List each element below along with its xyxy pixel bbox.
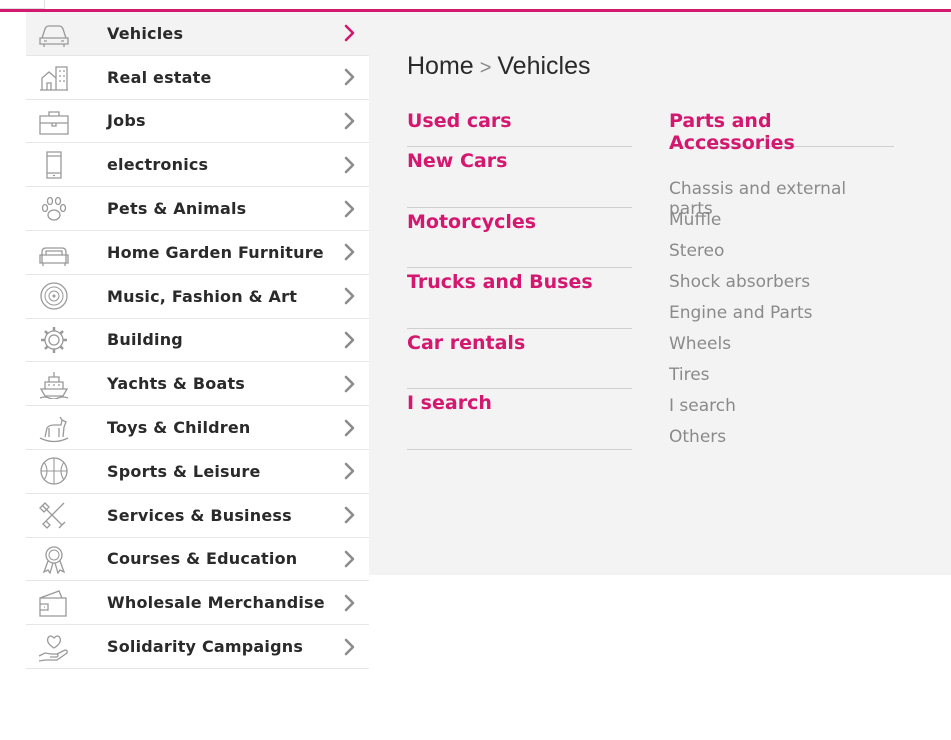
parts-title[interactable]: Parts and Accessories (669, 110, 894, 154)
sidebar-item-label: Jobs (107, 111, 146, 131)
category-sidebar: Vehicles Real estate Jobs electronics Pets &… (26, 12, 369, 669)
sidebar-item-label: Sports & Leisure (107, 461, 261, 481)
parts-list: Chassis and external parts Muffle Stereo Sh… (669, 179, 894, 458)
parts-item[interactable]: Chassis and external parts (669, 179, 894, 219)
sidebar-item-label: Real estate (107, 67, 212, 87)
breadcrumb-current: Vehicles (497, 52, 591, 80)
chevron-right-icon (342, 549, 358, 569)
sidebar-item-label: Yachts & Boats (107, 374, 246, 394)
wallet-icon (36, 587, 72, 619)
rocking-horse-icon (36, 412, 72, 444)
sidebar-item-pets-animals[interactable]: Pets & Animals (26, 187, 369, 231)
parts-item[interactable]: Stereo (669, 241, 894, 272)
sidebar-item-courses-education[interactable]: Courses & Education (26, 537, 369, 582)
sidebar-item-jobs[interactable]: Jobs (26, 99, 369, 144)
parts-item[interactable]: I search (669, 396, 894, 427)
tab-stub[interactable] (0, 0, 45, 9)
chevron-right-icon (342, 199, 358, 219)
subcategory-link[interactable]: Used cars (407, 110, 632, 147)
sidebar-item-label: Services & Business (107, 505, 292, 525)
parts-item[interactable]: Wheels (669, 334, 894, 365)
chevron-right-icon (342, 242, 358, 262)
ship-icon (36, 368, 72, 400)
sidebar-item-building[interactable]: Building (26, 318, 369, 363)
subcategory-link[interactable]: New Cars (407, 147, 632, 208)
ball-icon (36, 455, 72, 487)
chevron-right-icon (342, 418, 358, 438)
sidebar-item-vehicles[interactable]: Vehicles (26, 12, 369, 56)
chevron-right-icon (342, 23, 358, 43)
sidebar-item-label: Wholesale Merchandise (107, 593, 325, 613)
subcategory-list: Used cars New Cars Motorcycles Trucks and B… (407, 110, 632, 450)
parts-item[interactable]: Tires (669, 365, 894, 396)
chevron-right-icon (342, 286, 358, 306)
chevron-right-icon (342, 461, 358, 481)
sidebar-item-label: Music, Fashion & Art (107, 286, 298, 306)
sidebar-item-label: electronics (107, 155, 209, 175)
phone-icon (36, 149, 72, 181)
award-icon (36, 543, 72, 575)
sidebar-item-toys-children[interactable]: Toys & Children (26, 406, 369, 450)
breadcrumb-home[interactable]: Home (407, 52, 474, 80)
sidebar-item-label: Building (107, 330, 183, 350)
tools-icon (36, 499, 72, 531)
subcategory-link[interactable]: Trucks and Buses (407, 268, 632, 329)
subcategory-link[interactable]: Motorcycles (407, 208, 632, 269)
subcategory-link[interactable]: Car rentals (407, 329, 632, 390)
sidebar-item-wholesale-merchandise[interactable]: Wholesale Merchandise (26, 581, 369, 626)
breadcrumb-separator: > (479, 57, 492, 79)
chevron-right-icon (342, 593, 358, 613)
sidebar-item-yachts-boats[interactable]: Yachts & Boats (26, 362, 369, 407)
chevron-right-icon (342, 111, 358, 131)
parts-item[interactable]: Muffle (669, 210, 894, 241)
chevron-right-icon (342, 155, 358, 175)
breadcrumb: Home > Vehicles (407, 52, 591, 81)
parts-column: Parts and Accessories Chassis and extern… (669, 110, 894, 458)
sidebar-item-label: Courses & Education (107, 549, 298, 569)
car-icon (36, 17, 72, 49)
sidebar-item-sports-leisure[interactable]: Sports & Leisure (26, 449, 369, 494)
chevron-right-icon (342, 67, 358, 87)
sidebar-item-home-garden-furniture[interactable]: Home Garden Furniture (26, 230, 369, 275)
sidebar-item-music-fashion-art[interactable]: Music, Fashion & Art (26, 274, 369, 319)
parts-item[interactable]: Engine and Parts (669, 303, 894, 334)
sofa-icon (36, 236, 72, 268)
heart-hand-icon (36, 631, 72, 663)
sidebar-item-label: Pets & Animals (107, 199, 247, 219)
chevron-right-icon (342, 374, 358, 394)
chevron-right-icon (342, 505, 358, 525)
briefcase-icon (36, 105, 72, 137)
parts-item[interactable]: Shock absorbers (669, 272, 894, 303)
sidebar-item-electronics[interactable]: electronics (26, 143, 369, 188)
paw-icon (36, 193, 72, 225)
sidebar-item-label: Toys & Children (107, 418, 251, 438)
building-house-icon (36, 61, 72, 93)
subcategory-panel: Home > Vehicles Used cars New Cars Motorcycl… (369, 12, 951, 575)
sidebar-item-label: Solidarity Campaigns (107, 637, 304, 657)
chevron-right-icon (342, 330, 358, 350)
subcategory-link[interactable]: I search (407, 389, 632, 450)
sidebar-item-label: Vehicles (107, 23, 184, 43)
sidebar-item-solidarity-campaigns[interactable]: Solidarity Campaigns (26, 625, 369, 669)
sidebar-item-real-estate[interactable]: Real estate (26, 55, 369, 100)
vinyl-icon (36, 280, 72, 312)
gear-icon (36, 324, 72, 356)
chevron-right-icon (342, 637, 358, 657)
top-bar (0, 0, 951, 12)
sidebar-item-label: Home Garden Furniture (107, 242, 324, 262)
parts-item[interactable]: Others (669, 427, 894, 458)
sidebar-item-services-business[interactable]: Services & Business (26, 493, 369, 538)
